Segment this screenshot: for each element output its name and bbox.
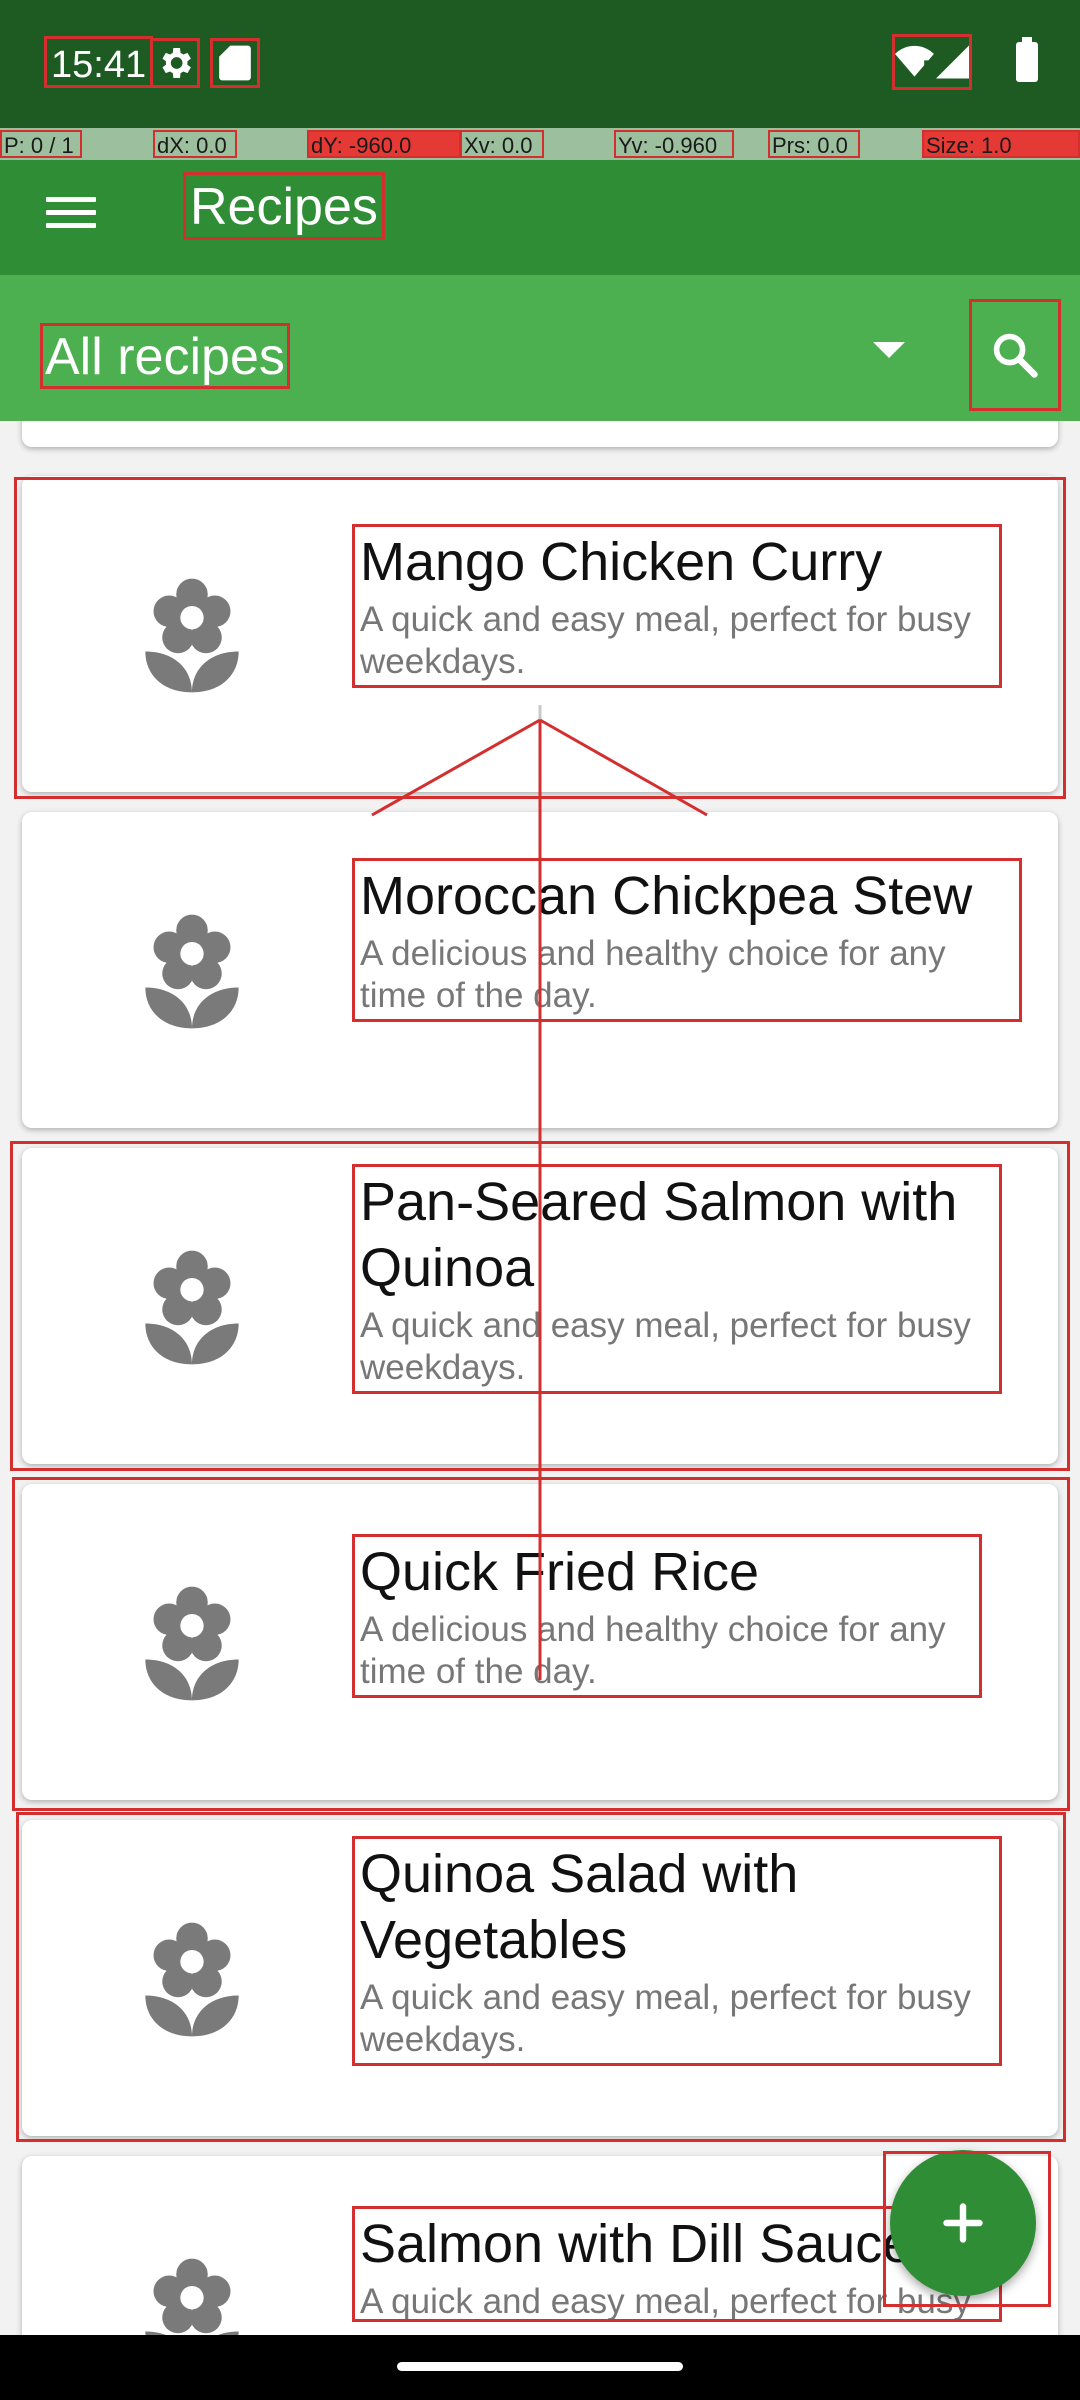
recipe-title: Mango Chicken Curry: [360, 532, 883, 592]
flower-icon: [145, 1250, 239, 1365]
settings-icon: [150, 38, 200, 88]
battery-icon: [1016, 37, 1038, 82]
recipe-description: A quick and easy meal, perfect for busy …: [360, 600, 971, 681]
recipe-title: Pan-Seared Salmon with Quinoa: [360, 1172, 958, 1298]
recipe-text: Mango Chicken Curry A quick and easy mea…: [352, 524, 1002, 688]
recipe-description: A quick and easy meal, perfect for busy …: [360, 1306, 971, 1387]
wifi-alert-icon: [895, 45, 934, 77]
flower-icon: [145, 2258, 239, 2335]
debug-size: Size: 1.0: [922, 130, 1080, 158]
navigation-bar: [0, 2335, 1080, 2400]
recipe-title: Quinoa Salad with Vegetables: [360, 1844, 799, 1970]
signal-icon: [935, 45, 969, 79]
recipe-card-partial[interactable]: [22, 421, 1058, 447]
debug-bounds: [883, 2151, 1051, 2307]
flower-icon: [145, 578, 239, 693]
debug-pointer: P: 0 / 1: [0, 130, 82, 158]
debug-dy: dY: -960.0: [307, 130, 461, 158]
search-icon: [993, 333, 1038, 378]
recipe-text: Quinoa Salad with Vegetables A quick and…: [352, 1836, 1002, 2066]
recipe-list[interactable]: Mango Chicken Curry A quick and easy mea…: [0, 421, 1080, 2335]
debug-yv: Yv: -0.960: [614, 130, 734, 158]
connectivity-icons: [892, 34, 972, 90]
debug-dx: dX: 0.0: [153, 130, 237, 158]
flower-icon: [145, 1922, 239, 2037]
recipe-card[interactable]: Moroccan Chickpea Stew A delicious and h…: [22, 812, 1058, 1128]
debug-xv: Xv: 0.0: [460, 130, 544, 158]
sd-card-icon: [210, 38, 260, 88]
recipe-card[interactable]: Pan-Seared Salmon with Quinoa A quick an…: [22, 1148, 1058, 1464]
filter-bar: All recipes: [0, 275, 1080, 421]
recipe-description: A quick and easy meal, perfect for busy …: [360, 1978, 971, 2059]
flower-icon: [145, 914, 239, 1029]
category-dropdown[interactable]: All recipes: [40, 323, 290, 389]
recipe-text: Quick Fried Rice A delicious and healthy…: [352, 1534, 982, 1698]
home-gesture-handle[interactable]: [397, 2362, 683, 2371]
status-time: 15:41: [44, 36, 154, 88]
recipe-text: Pan-Seared Salmon with Quinoa A quick an…: [352, 1164, 1002, 1394]
search-button[interactable]: [969, 299, 1061, 411]
recipe-title: Quick Fried Rice: [360, 1542, 760, 1602]
app-bar: Recipes: [0, 160, 1080, 275]
recipe-card[interactable]: Mango Chicken Curry A quick and easy mea…: [22, 476, 1058, 792]
pointer-location-overlay: P: 0 / 1 dX: 0.0 dY: -960.0 Xv: 0.0 Yv: …: [0, 128, 1080, 160]
flower-icon: [145, 1586, 239, 1701]
menu-icon[interactable]: [46, 186, 98, 238]
recipe-title: Moroccan Chickpea Stew: [360, 866, 973, 926]
recipe-description: A delicious and healthy choice for any t…: [360, 934, 946, 1015]
recipe-card[interactable]: Quinoa Salad with Vegetables A quick and…: [22, 1820, 1058, 2136]
status-bar: 15:41: [0, 0, 1080, 128]
recipe-description: A delicious and healthy choice for any t…: [360, 1610, 946, 1691]
page-title: Recipes: [183, 172, 385, 240]
recipe-text: Moroccan Chickpea Stew A delicious and h…: [352, 858, 1022, 1022]
recipe-card[interactable]: Quick Fried Rice A delicious and healthy…: [22, 1484, 1058, 1800]
chevron-down-icon[interactable]: [873, 342, 905, 358]
debug-prs: Prs: 0.0: [768, 130, 860, 158]
